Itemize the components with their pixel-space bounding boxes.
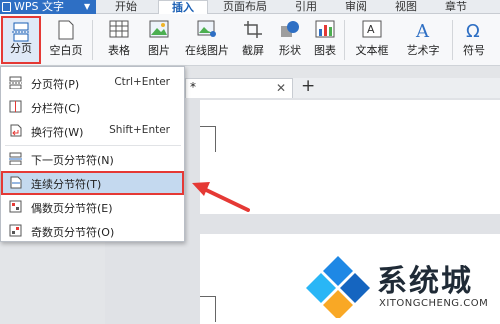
symbol-button[interactable]: Ω 符号 — [456, 16, 492, 64]
menu-item-next-page-section-break[interactable]: 下一页分节符(N) — [1, 147, 184, 171]
shape-label: 形状 — [279, 44, 301, 57]
next-page-section-break-icon — [9, 152, 22, 165]
screenshot-label: 截屏 — [242, 44, 264, 57]
annotation-arrow-icon — [192, 182, 250, 212]
column-break-icon — [9, 100, 22, 113]
line-break-icon — [10, 124, 22, 137]
menu-item-line-break[interactable]: 换行符(W) Shift+Enter — [1, 119, 184, 143]
blank-page-icon — [58, 20, 74, 40]
crop-mark — [200, 126, 216, 152]
screenshot-button[interactable]: 截屏 — [236, 16, 270, 64]
symbol-label: 符号 — [463, 44, 485, 57]
table-icon — [109, 20, 129, 38]
chevron-down-icon: ▼ — [84, 2, 91, 11]
blank-page-label: 空白页 — [49, 44, 83, 57]
shape-icon — [281, 21, 299, 37]
picture-label: 图片 — [148, 44, 170, 57]
textbox-button[interactable]: A 文本框 — [348, 16, 396, 64]
menu-item-label: 下一页分节符(N) — [31, 154, 114, 167]
textbox-icon: A — [362, 20, 382, 38]
tab-page-layout[interactable]: 页面布局 — [214, 0, 276, 14]
tab-references[interactable]: 引用 — [286, 0, 326, 14]
close-icon[interactable]: ✕ — [276, 81, 286, 95]
menu-item-label: 换行符(W) — [31, 126, 84, 139]
omega-symbol-icon: Ω — [466, 21, 480, 40]
continuous-section-break-icon — [10, 176, 22, 189]
document-tab-bar: * ✕ + — [185, 76, 500, 98]
picture-button[interactable]: 图片 — [140, 16, 178, 64]
ribbon-divider — [452, 20, 453, 60]
page-break-button[interactable]: 分页 — [1, 16, 41, 64]
menu-item-label: 偶数页分节符(E) — [31, 202, 113, 215]
watermark-url: XITONGCHENG.COM — [379, 298, 489, 309]
chart-icon — [315, 20, 335, 38]
menu-item-label: 连续分节符(T) — [31, 178, 102, 191]
online-picture-icon — [197, 20, 216, 37]
insert-ribbon: 分页 空白页 表格 图片 在线图片 截屏 形状 图表 A 文本框 A 艺术字 Ω… — [0, 14, 500, 66]
screenshot-icon — [244, 21, 262, 38]
menu-item-page-break[interactable]: 分页符(P) Ctrl+Enter — [1, 71, 184, 95]
table-label: 表格 — [108, 44, 130, 57]
svg-text:Ω: Ω — [466, 21, 480, 40]
page-break-label: 分页 — [10, 42, 32, 55]
ribbon-tab-bar: 开始 插入 页面布局 引用 审阅 视图 章节 — [96, 0, 500, 15]
table-button[interactable]: 表格 — [100, 16, 138, 64]
menu-item-even-page-section-break[interactable]: 偶数页分节符(E) — [1, 195, 184, 219]
even-page-section-break-icon — [9, 200, 22, 213]
menu-item-label: 奇数页分节符(O) — [31, 226, 115, 239]
textbox-label: 文本框 — [355, 44, 389, 57]
wordart-label: 艺术字 — [406, 44, 440, 57]
menu-item-continuous-section-break[interactable]: 连续分节符(T) — [1, 171, 184, 195]
document-tab[interactable]: * ✕ — [185, 78, 293, 98]
tab-review[interactable]: 审阅 — [336, 0, 376, 14]
new-tab-icon[interactable]: + — [301, 76, 315, 96]
wps-logo-icon — [2, 2, 11, 12]
menu-item-label: 分页符(P) — [31, 78, 80, 91]
chart-label: 图表 — [314, 44, 336, 57]
tab-insert[interactable]: 插入 — [158, 0, 208, 15]
tab-home[interactable]: 开始 — [104, 0, 148, 14]
chart-button[interactable]: 图表 — [310, 16, 340, 64]
online-picture-button[interactable]: 在线图片 — [182, 16, 232, 64]
menu-divider — [5, 145, 181, 146]
watermark: 系统城 XITONGCHENG.COM — [305, 248, 500, 324]
page-break-icon — [9, 76, 22, 89]
document-margin-area — [105, 240, 200, 324]
ribbon-divider — [92, 20, 93, 60]
menu-item-shortcut: Ctrl+Enter — [114, 76, 170, 88]
ribbon-divider — [344, 20, 345, 60]
tab-section[interactable]: 章节 — [436, 0, 476, 14]
wordart-button[interactable]: A 艺术字 — [398, 16, 448, 64]
blank-page-button[interactable]: 空白页 — [44, 16, 88, 64]
page-break-menu: 分页符(P) Ctrl+Enter 分栏符(C) 换行符(W) Shift+En… — [0, 66, 185, 242]
crop-mark — [200, 296, 216, 322]
shape-button[interactable]: 形状 — [272, 16, 308, 64]
wps-writer-app-button[interactable]: WPS 文字 ▼ — [0, 0, 96, 14]
unsaved-marker: * — [190, 80, 196, 94]
menu-item-shortcut: Shift+Enter — [109, 124, 170, 136]
tab-view[interactable]: 视图 — [386, 0, 426, 14]
menu-item-column-break[interactable]: 分栏符(C) — [1, 95, 184, 119]
xitongcheng-logo-icon — [306, 256, 370, 318]
app-name: WPS 文字 — [14, 0, 64, 13]
watermark-title: 系统城 — [377, 264, 473, 299]
odd-page-section-break-icon — [9, 224, 22, 237]
page-break-icon — [12, 22, 30, 42]
online-picture-label: 在线图片 — [185, 44, 229, 57]
svg-text:A: A — [367, 23, 375, 36]
wordart-icon: A — [415, 21, 430, 40]
menu-item-label: 分栏符(C) — [31, 102, 81, 115]
svg-text:A: A — [415, 21, 430, 40]
menu-item-odd-page-section-break[interactable]: 奇数页分节符(O) — [1, 219, 184, 243]
picture-icon — [149, 20, 169, 38]
